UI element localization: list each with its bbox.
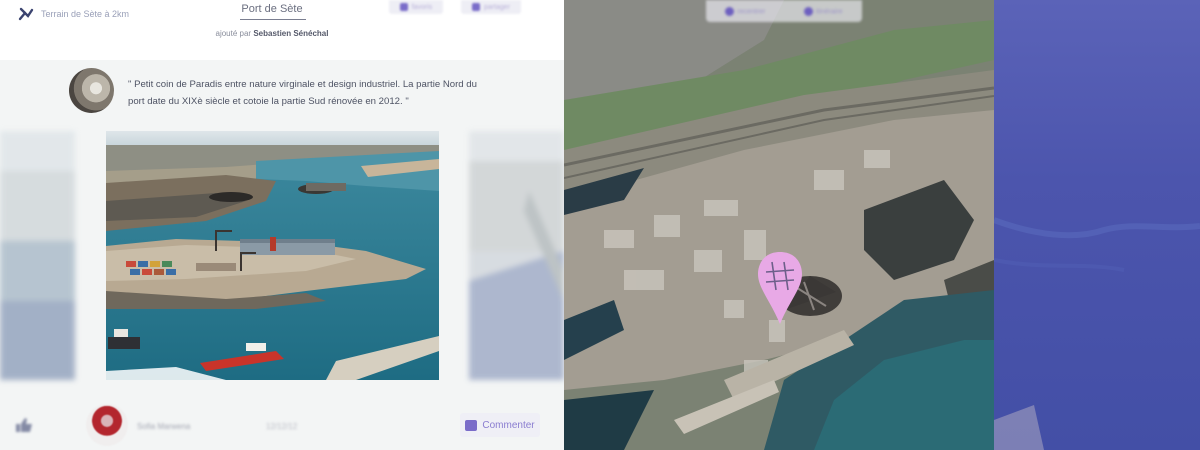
port-photo[interactable] [106,131,439,380]
favorite-button[interactable]: favoris [389,0,443,14]
author-link[interactable]: Sebastien Sénéchal [253,29,328,38]
distance-indicator: Terrain de Sète à 2km [18,7,129,21]
title-underline [240,19,306,20]
thumbs-up-icon[interactable] [14,418,34,432]
next-photo[interactable] [469,131,564,380]
post-quote: " Petit coin de Paradis entre nature vir… [128,79,477,107]
commenter-name[interactable]: Sofia Marwena [137,422,190,431]
recenter-label: recentrer [737,7,766,15]
post-feed-panel: Terrain de Sète à 2km Port de Sète ajout… [0,0,564,450]
comment-date: 12/12/12 [266,422,298,431]
sea-imagery [994,217,1200,450]
added-by-line: ajouté par Sebastien Sénéchal [172,29,372,38]
route-control[interactable]: itinéraire [803,6,843,16]
favorite-button-label: favoris [411,3,433,11]
avatar[interactable] [69,68,114,113]
speech-bubble-icon [465,419,478,431]
commenter-avatar[interactable] [86,404,128,446]
added-by-prefix: ajouté par [215,29,252,38]
recenter-control[interactable]: recentrer [725,6,766,16]
pin-icon [725,6,735,16]
map-imagery [564,0,994,450]
share-button[interactable]: partager [461,0,521,14]
satellite-map[interactable] [564,0,994,450]
route-label: itinéraire [815,7,843,15]
sea-panel [994,0,1200,450]
distance-label: Terrain de Sète à 2km [41,9,130,19]
share-icon [471,3,480,11]
share-button-label: partager [483,3,511,11]
post-header: Terrain de Sète à 2km Port de Sète ajout… [0,0,564,52]
heart-icon [399,3,408,11]
page-title: Port de Sète [241,3,303,15]
compass-icon [803,6,813,16]
previous-photo[interactable] [0,131,75,380]
map-toolbar: recentrer itinéraire [706,0,862,22]
comment-button-label: Commenter [482,419,535,431]
location-pin-icon[interactable] [750,248,850,328]
comment-button[interactable]: Commenter [460,413,540,437]
route-icon [18,7,34,21]
